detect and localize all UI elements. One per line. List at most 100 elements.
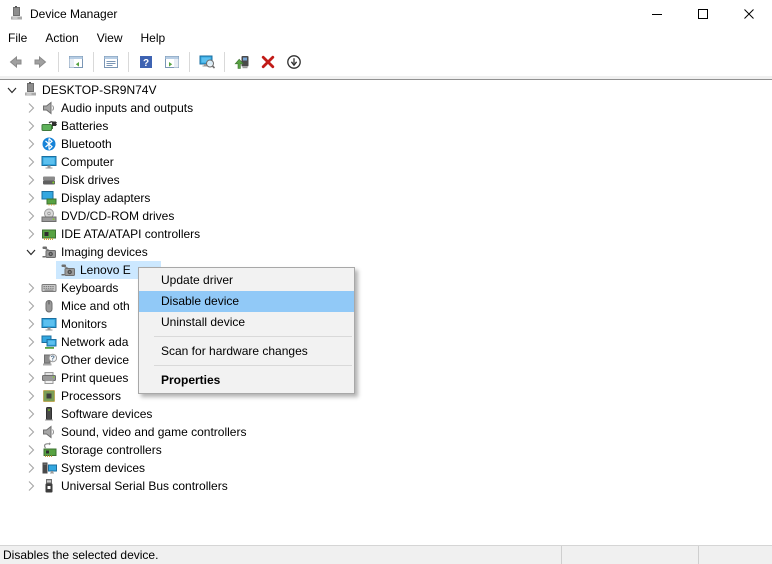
- chevron-collapsed-icon[interactable]: [23, 388, 39, 404]
- mouse-icon: [41, 298, 57, 314]
- storage-icon: [41, 442, 57, 458]
- menu-item-properties[interactable]: Properties: [139, 370, 354, 391]
- toolbar-properties-button[interactable]: [99, 50, 123, 74]
- tree-item-sound-video-and-game-controllers[interactable]: Sound, video and game controllers: [0, 423, 772, 441]
- tree-item-label: Disk drives: [61, 173, 120, 187]
- tree-item-label: Network ada: [61, 335, 129, 349]
- menu-file[interactable]: File: [8, 29, 36, 47]
- menu-help[interactable]: Help: [132, 29, 175, 47]
- tree-item-label: Storage controllers: [61, 443, 162, 457]
- tree-item-ide-ata-atapi-controllers[interactable]: IDE ATA/ATAPI controllers: [0, 225, 772, 243]
- chevron-collapsed-icon[interactable]: [23, 136, 39, 152]
- back-icon: [7, 54, 23, 70]
- scan-icon: [199, 54, 215, 70]
- tree-item-mice-and-oth[interactable]: Mice and oth: [0, 297, 772, 315]
- tree-item-monitors[interactable]: Monitors: [0, 315, 772, 333]
- keyboard-icon: [41, 280, 57, 296]
- toolbar-forward-button[interactable]: [29, 50, 53, 74]
- toolbar-separator: [128, 52, 129, 72]
- chevron-collapsed-icon[interactable]: [23, 100, 39, 116]
- menu-item-uninstall-device[interactable]: Uninstall device: [139, 312, 354, 333]
- tree-item-software-devices[interactable]: Software devices: [0, 405, 772, 423]
- chevron-collapsed-icon[interactable]: [23, 406, 39, 422]
- tree-item-network-ada[interactable]: Network ada: [0, 333, 772, 351]
- chevron-collapsed-icon[interactable]: [23, 316, 39, 332]
- tree-item-universal-serial-bus-controllers[interactable]: Universal Serial Bus controllers: [0, 477, 772, 495]
- maximize-button[interactable]: [680, 0, 726, 28]
- statusbar-divider: [698, 546, 699, 564]
- tree-item-audio-inputs-and-outputs[interactable]: Audio inputs and outputs: [0, 99, 772, 117]
- toolbar-separator: [189, 52, 190, 72]
- chevron-collapsed-icon[interactable]: [23, 118, 39, 134]
- tree-item-print-queues[interactable]: Print queues: [0, 369, 772, 387]
- tree-item-disk-drives[interactable]: Disk drives: [0, 171, 772, 189]
- toolbar-disable-device-button[interactable]: [282, 50, 306, 74]
- chevron-collapsed-icon[interactable]: [23, 334, 39, 350]
- tree-item-bluetooth[interactable]: Bluetooth: [0, 135, 772, 153]
- chevron-collapsed-icon[interactable]: [23, 442, 39, 458]
- titlebar[interactable]: Device Manager: [0, 0, 772, 28]
- tree-item-system-devices[interactable]: System devices: [0, 459, 772, 477]
- svg-text:?: ?: [143, 58, 149, 69]
- svg-text:?: ?: [51, 356, 55, 363]
- chevron-collapsed-icon[interactable]: [23, 154, 39, 170]
- chevron-collapsed-icon[interactable]: [23, 190, 39, 206]
- tree-item-imaging-devices[interactable]: Imaging devices: [0, 243, 772, 261]
- audio-icon: [41, 100, 57, 116]
- close-button[interactable]: [726, 0, 772, 28]
- tree-item-dvd-cd-rom-drives[interactable]: DVD/CD-ROM drives: [0, 207, 772, 225]
- forward-icon: [33, 54, 49, 70]
- toolbar-separator: [58, 52, 59, 72]
- toolbar-update-driver-button[interactable]: [230, 50, 254, 74]
- device-tree: DESKTOP-SR9N74V Audio inputs and outputs B…: [0, 80, 772, 545]
- uninstall-icon: [260, 54, 276, 70]
- menu-view[interactable]: View: [88, 29, 132, 47]
- window-title: Device Manager: [30, 7, 118, 21]
- tree-item-computer[interactable]: Computer: [0, 153, 772, 171]
- chevron-collapsed-icon[interactable]: [23, 352, 39, 368]
- chevron-collapsed-icon[interactable]: [23, 226, 39, 242]
- tree-item-label: Universal Serial Bus controllers: [61, 479, 228, 493]
- toolbar-uninstall-device-button[interactable]: [256, 50, 280, 74]
- toolbar-show-hide-console-tree-button[interactable]: [64, 50, 88, 74]
- chevron-collapsed-icon[interactable]: [23, 172, 39, 188]
- tree-item-other-device[interactable]: ? Other device: [0, 351, 772, 369]
- action-pane-icon: [164, 54, 180, 70]
- chevron-collapsed-icon[interactable]: [23, 424, 39, 440]
- statusbar-divider: [561, 546, 562, 564]
- chevron-expanded-icon[interactable]: [23, 244, 39, 260]
- menu-item-scan-for-hardware-changes[interactable]: Scan for hardware changes: [139, 341, 354, 362]
- chevron-collapsed-icon[interactable]: [23, 460, 39, 476]
- tree-item-batteries[interactable]: Batteries: [0, 117, 772, 135]
- tree-item-desktop-sr9n74v[interactable]: DESKTOP-SR9N74V: [0, 81, 772, 99]
- chevron-expanded-icon[interactable]: [4, 82, 20, 98]
- chevron-collapsed-icon[interactable]: [23, 478, 39, 494]
- toolbar: ?: [0, 48, 772, 76]
- minimize-icon: [649, 6, 665, 22]
- toolbar-help-button[interactable]: ?: [134, 50, 158, 74]
- menu-item-update-driver[interactable]: Update driver: [139, 270, 354, 291]
- chevron-collapsed-icon[interactable]: [23, 280, 39, 296]
- tree-item-processors[interactable]: Processors: [0, 387, 772, 405]
- processor-icon: [41, 388, 57, 404]
- tree-item-label: Display adapters: [61, 191, 151, 205]
- toolbar-back-button[interactable]: [3, 50, 27, 74]
- tree-item-lenovo-e[interactable]: Lenovo E: [0, 261, 772, 279]
- minimize-button[interactable]: [634, 0, 680, 28]
- chevron-collapsed-icon[interactable]: [23, 208, 39, 224]
- toolbar-scan-for-hardware-changes-button[interactable]: [195, 50, 219, 74]
- maximize-icon: [695, 6, 711, 22]
- toolbar-show-hide-action-pane-button[interactable]: [160, 50, 184, 74]
- disk-icon: [41, 172, 57, 188]
- chevron-collapsed-icon[interactable]: [23, 298, 39, 314]
- chevron-collapsed-icon[interactable]: [23, 370, 39, 386]
- menu-item-disable-device[interactable]: Disable device: [139, 291, 354, 312]
- tree-item-keyboards[interactable]: Keyboards: [0, 279, 772, 297]
- tree-item-storage-controllers[interactable]: Storage controllers: [0, 441, 772, 459]
- menu-action[interactable]: Action: [36, 29, 87, 47]
- tree-item-display-adapters[interactable]: Display adapters: [0, 189, 772, 207]
- close-icon: [741, 6, 757, 22]
- monitor-icon: [41, 154, 57, 170]
- other-device-icon: ?: [41, 352, 57, 368]
- tree-item-label: Print queues: [61, 371, 129, 385]
